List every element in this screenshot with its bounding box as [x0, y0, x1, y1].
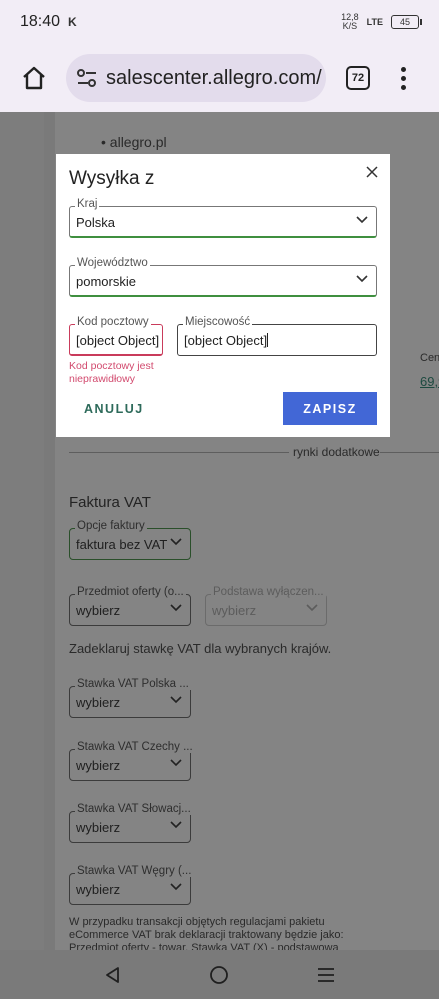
notification-icon: K	[68, 15, 77, 29]
chevron-down-icon	[170, 604, 182, 612]
city-input[interactable]: Miejscowość [object Object]	[177, 316, 377, 356]
field-value: [object Object]	[76, 333, 160, 348]
footnote-line: W przypadku transakcji objętych regulacj…	[69, 916, 325, 928]
speed-unit: K/S	[342, 21, 358, 31]
chevron-down-icon	[356, 216, 368, 224]
vat-footnote: W przypadku transakcji objętych regulacj…	[69, 916, 344, 950]
field-value: faktura bez VAT	[76, 537, 168, 552]
field-value: Polska	[76, 215, 116, 230]
chevron-down-icon	[356, 275, 368, 283]
field-label: Kraj	[75, 198, 100, 210]
bullet-item: • allegro.pl	[101, 134, 167, 150]
field-label: Przedmiot oferty (o...	[75, 586, 186, 598]
field-value: wybierz	[76, 695, 121, 710]
field-value: [object Object]	[184, 333, 268, 348]
price-link[interactable]: 69,9	[420, 374, 439, 389]
chevron-down-icon	[170, 759, 182, 767]
divider	[380, 452, 439, 453]
tab-switcher-button[interactable]: 72	[346, 66, 370, 90]
chevron-down-icon	[170, 821, 182, 829]
chevron-down-icon	[170, 883, 182, 891]
exemption-basis-select: Podstawa wyłączen... wybierz	[205, 586, 327, 626]
status-bar: 18:40 K 12,8 K/S LTE 45	[0, 0, 439, 44]
offer-subject-select[interactable]: Przedmiot oferty (o... wybierz	[69, 586, 191, 626]
battery-icon: 45	[391, 15, 422, 29]
footnote-line: eCommerce VAT brak deklaracji traktowany…	[69, 929, 344, 941]
postal-code-error: Kod pocztowy jest nieprawidłowy	[69, 360, 154, 385]
save-button[interactable]: ZAPISZ	[283, 392, 377, 425]
footnote-line: Przedmiot oferty - towar, Stawka VAT (X)…	[69, 942, 339, 950]
field-value: wybierz	[76, 758, 121, 773]
field-label: Podstawa wyłączen...	[211, 586, 326, 598]
voivodeship-select[interactable]: Województwo pomorskie	[69, 257, 377, 297]
vat-hungary-select[interactable]: Stawka VAT Węgry (... wybierz	[69, 865, 194, 905]
field-label: Stawka VAT Polska ...	[75, 678, 191, 690]
vat-czechia-select[interactable]: Stawka VAT Czechy ... wybierz	[69, 741, 195, 781]
recents-icon[interactable]	[316, 966, 336, 984]
dialog-title: Wysyłka z	[69, 168, 155, 189]
home-button[interactable]	[16, 60, 52, 96]
address-bar[interactable]: salescenter.allegro.com/	[66, 54, 326, 102]
divider	[69, 452, 289, 453]
field-label: Opcje faktury	[75, 520, 147, 532]
back-icon[interactable]	[104, 966, 122, 984]
lte-icon: LTE	[366, 17, 383, 27]
price-label: Cen	[420, 352, 439, 364]
field-value: wybierz	[212, 603, 257, 618]
close-button[interactable]	[364, 164, 380, 180]
status-time: 18:40	[20, 13, 61, 30]
field-label: Kod pocztowy	[75, 316, 151, 328]
vat-slovakia-select[interactable]: Stawka VAT Słowacj... wybierz	[69, 803, 193, 843]
field-value-wrapper: [object Object]	[184, 333, 269, 348]
extra-markets-label: rynki dodatkowe	[293, 445, 380, 459]
field-value: wybierz	[76, 603, 121, 618]
status-indicators: 12,8 K/S LTE 45	[341, 13, 422, 31]
declare-vat-text: Zadeklaruj stawkę VAT dla wybranych kraj…	[69, 641, 332, 656]
network-speed: 12,8 K/S	[341, 13, 359, 31]
battery-level: 45	[399, 17, 410, 27]
site-settings-icon[interactable]	[76, 68, 98, 88]
field-label: Stawka VAT Węgry (...	[75, 865, 194, 877]
home-icon	[23, 66, 45, 90]
home-circle-icon[interactable]	[209, 965, 229, 985]
system-nav-bar	[0, 950, 439, 999]
text-caret	[267, 333, 269, 347]
chevron-down-icon	[306, 604, 318, 612]
browser-toolbar: salescenter.allegro.com/ 72	[0, 44, 439, 112]
postal-code-input[interactable]: Kod pocztowy [object Object]	[69, 316, 163, 356]
chevron-down-icon	[170, 696, 182, 704]
invoice-heading: Faktura VAT	[69, 494, 151, 511]
shipping-from-dialog: Wysyłka z Kraj Polska Województwo pomors…	[56, 154, 390, 437]
browser-menu-button[interactable]	[400, 66, 406, 90]
field-label: Miejscowość	[183, 316, 253, 328]
page-left-panel	[0, 112, 44, 950]
field-label: Województwo	[75, 257, 150, 269]
vat-poland-select[interactable]: Stawka VAT Polska ... wybierz	[69, 678, 191, 718]
field-label: Stawka VAT Słowacj...	[75, 803, 193, 815]
field-value: wybierz	[76, 820, 121, 835]
invoice-options-select[interactable]: Opcje faktury faktura bez VAT	[69, 520, 191, 560]
close-icon	[366, 166, 378, 178]
field-value: wybierz	[76, 882, 121, 897]
field-label: Stawka VAT Czechy ...	[75, 741, 195, 753]
chevron-down-icon	[170, 538, 182, 546]
country-select[interactable]: Kraj Polska	[69, 198, 377, 238]
bullet-text: allegro.pl	[109, 134, 167, 150]
url-text: salescenter.allegro.com/	[106, 66, 322, 89]
field-value: pomorskie	[76, 274, 136, 289]
cancel-button[interactable]: ANULUJ	[84, 402, 144, 416]
